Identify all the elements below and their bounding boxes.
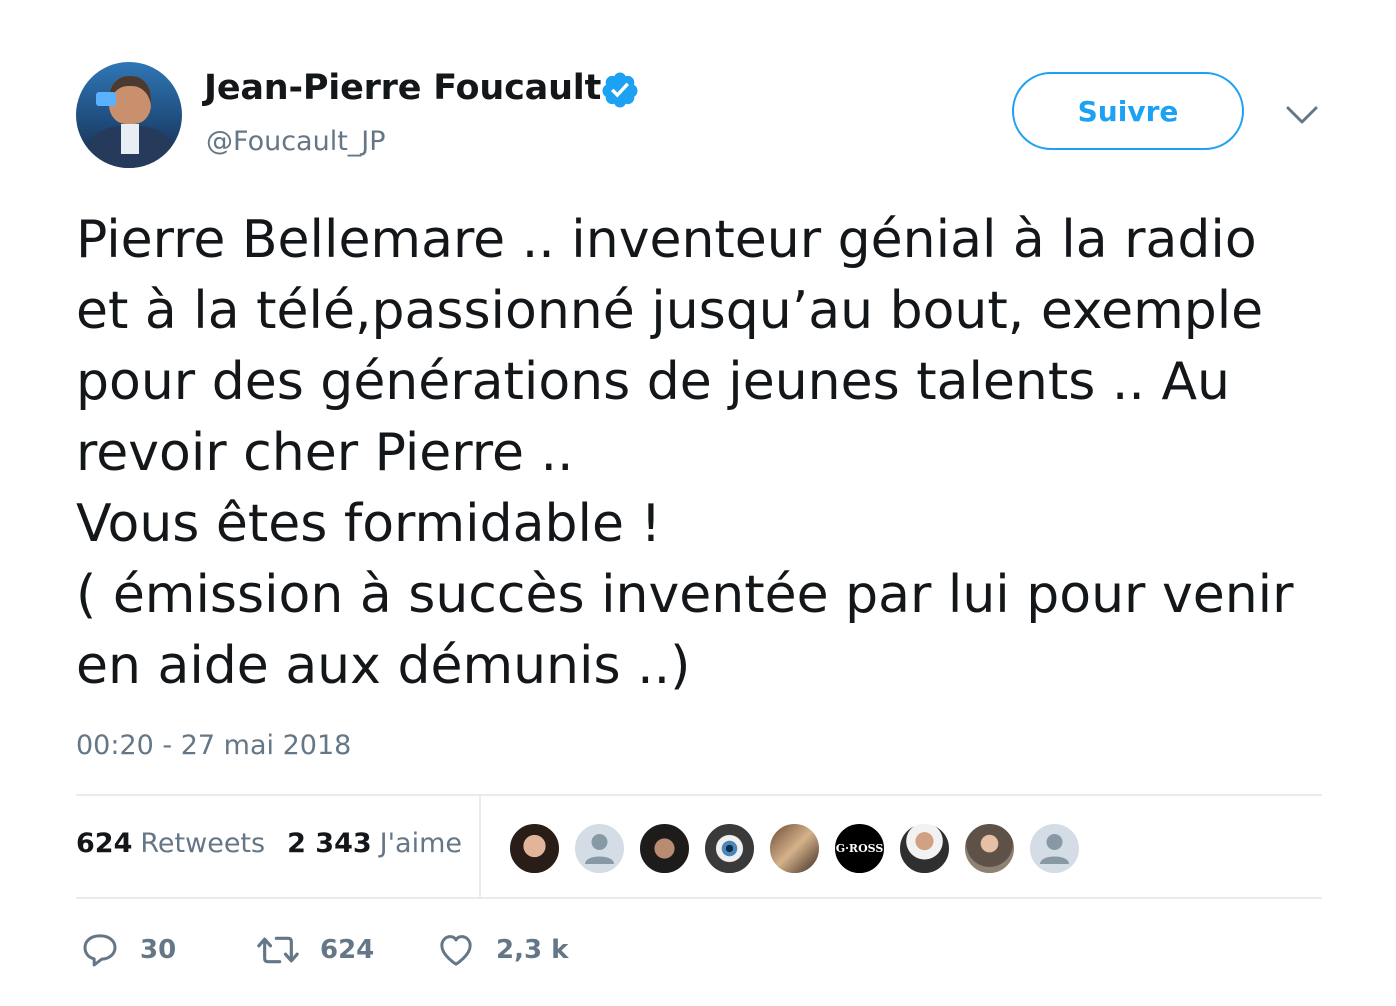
avatar-logo [96, 92, 116, 106]
like-button[interactable]: 2,3 k [436, 930, 568, 970]
liker-avatar[interactable] [963, 822, 1016, 875]
likes-count: 2 343 [287, 828, 372, 859]
liker-avatar[interactable] [508, 822, 561, 875]
liker-avatar[interactable]: G·ROSS [833, 822, 886, 875]
retweet-icon [257, 936, 299, 964]
tweet-stats: 624 Retweets 2 343 J'aime [76, 828, 462, 859]
tweet-actions: 30 624 2,3 k [80, 930, 568, 970]
liker-avatar[interactable] [638, 822, 691, 875]
default-avatar-icon [585, 834, 614, 864]
liker-avatar-default[interactable] [1028, 822, 1081, 875]
likes-label: J'aime [379, 828, 462, 859]
divider [76, 794, 1322, 796]
author-name[interactable]: Jean-Pierre Foucault [204, 68, 601, 108]
liker-avatar[interactable] [768, 822, 821, 875]
retweet-count: 624 [320, 935, 375, 965]
retweets-label: Retweets [140, 828, 266, 859]
follow-button[interactable]: Suivre [1012, 72, 1244, 150]
verified-badge-icon [602, 72, 638, 108]
default-avatar-icon [1040, 834, 1069, 864]
chevron-down-icon[interactable] [1284, 100, 1320, 128]
avatar-shirt [121, 124, 139, 154]
retweets-stat[interactable]: 624 Retweets [76, 828, 265, 859]
liker-avatar[interactable] [703, 822, 756, 875]
reply-icon [83, 934, 117, 967]
like-count: 2,3 k [496, 935, 569, 965]
author-handle[interactable]: @Foucault_JP [206, 126, 386, 157]
tweet-text: Pierre Bellemare .. inventeur génial à l… [76, 210, 1294, 696]
retweet-button[interactable]: 624 [256, 930, 436, 970]
likers-avatar-list: G·ROSS [508, 822, 1081, 875]
liker-avatar-default[interactable] [573, 822, 626, 875]
reply-button[interactable]: 30 [80, 930, 256, 970]
reply-count: 30 [140, 935, 177, 965]
divider [76, 897, 1322, 899]
liker-avatar[interactable] [898, 822, 951, 875]
likes-stat[interactable]: 2 343 J'aime [287, 828, 462, 859]
heart-icon [440, 935, 472, 966]
author-avatar[interactable] [76, 62, 182, 168]
tweet-timestamp[interactable]: 00:20 - 27 mai 2018 [76, 730, 351, 761]
divider-vertical [479, 796, 481, 897]
retweets-count: 624 [76, 828, 133, 859]
